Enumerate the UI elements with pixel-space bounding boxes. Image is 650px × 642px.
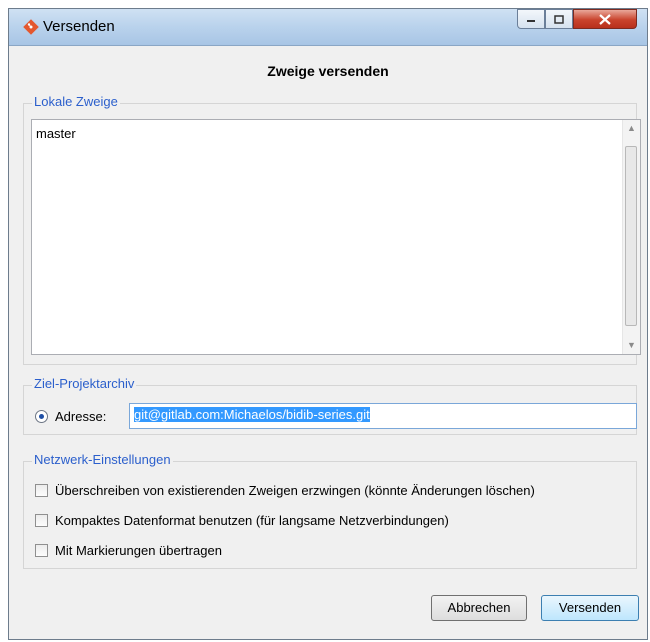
git-app-icon: [23, 19, 39, 35]
compact-format-checkbox[interactable]: [35, 514, 48, 527]
minimize-button[interactable]: [517, 9, 545, 29]
window-title: Versenden: [43, 18, 115, 35]
list-item[interactable]: master: [36, 126, 76, 141]
maximize-button[interactable]: [545, 9, 573, 29]
target-repo-legend: Ziel-Projektarchiv: [32, 376, 137, 391]
vertical-scrollbar[interactable]: ▲ ▼: [622, 120, 640, 354]
force-overwrite-checkbox[interactable]: [35, 484, 48, 497]
maximize-icon: [554, 14, 564, 24]
address-radio[interactable]: [35, 410, 48, 423]
include-tags-label: Mit Markierungen übertragen: [55, 543, 222, 558]
compact-format-label: Kompaktes Datenformat benutzen (für lang…: [55, 513, 449, 528]
scroll-up-icon[interactable]: ▲: [623, 120, 640, 137]
radio-selected-dot: [39, 414, 44, 419]
dialog-heading: Zweige versenden: [267, 63, 389, 79]
branch-list[interactable]: master ▲ ▼: [31, 119, 641, 355]
network-settings-legend: Netzwerk-Einstellungen: [32, 452, 173, 467]
local-branches-legend: Lokale Zweige: [32, 94, 120, 109]
address-value: git@gitlab.com:Michaelos/bidib-series.gi…: [134, 407, 370, 422]
minimize-icon: [527, 20, 535, 22]
cancel-button[interactable]: Abbrechen: [431, 595, 527, 621]
title-bar[interactable]: Versenden: [9, 9, 647, 46]
address-input[interactable]: git@gitlab.com:Michaelos/bidib-series.gi…: [129, 403, 637, 429]
address-label: Adresse:: [55, 409, 107, 424]
dialog-window: Versenden Zweige versenden Lokale Zweige…: [8, 8, 648, 640]
force-overwrite-label: Überschreiben von existierenden Zweigen …: [55, 483, 535, 498]
send-button[interactable]: Versenden: [541, 595, 639, 621]
scroll-thumb[interactable]: [625, 146, 637, 326]
close-button[interactable]: [573, 9, 637, 29]
scroll-down-icon[interactable]: ▼: [623, 337, 640, 354]
close-icon: [599, 13, 611, 25]
include-tags-checkbox[interactable]: [35, 544, 48, 557]
